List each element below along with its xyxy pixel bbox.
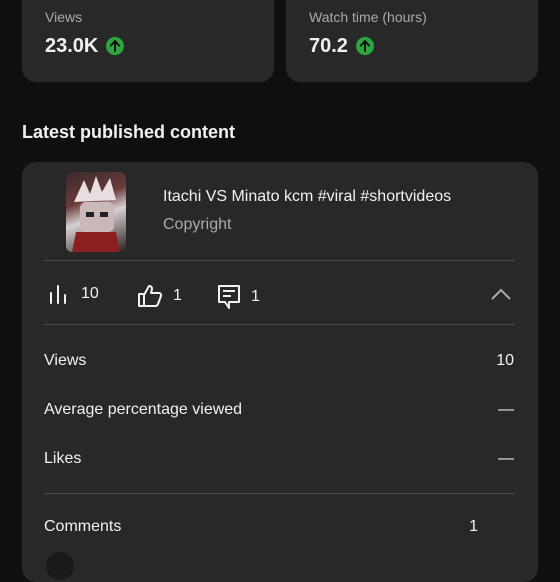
- bar-chart-icon: [50, 285, 66, 304]
- comment-icon: [218, 285, 240, 309]
- video-copyright-label: Copyright: [163, 216, 232, 233]
- arrow-up-icon: [355, 37, 374, 55]
- detail-label-views: Views: [44, 352, 87, 369]
- views-metric: 10: [49, 284, 99, 304]
- views-stat-card[interactable]: Views 23.0K: [22, 0, 274, 82]
- detail-label-comments: Comments: [44, 518, 122, 535]
- watch-time-stat-card[interactable]: Watch time (hours) 70.2: [286, 0, 538, 82]
- video-title[interactable]: Itachi VS Minato kcm #viral #shortvideos: [163, 188, 451, 206]
- thumbs-up-icon: [138, 285, 163, 307]
- avatar[interactable]: [46, 552, 74, 580]
- latest-content-card: Itachi VS Minato kcm #viral #shortvideos…: [22, 162, 538, 582]
- views-stat-label: Views: [45, 9, 83, 25]
- detail-value-likes: —: [498, 450, 514, 467]
- detail-label-avg-percentage: Average percentage viewed: [44, 401, 243, 418]
- detail-value-views: 10: [496, 352, 514, 369]
- detail-label-likes: Likes: [44, 450, 82, 467]
- video-thumbnail[interactable]: [66, 172, 126, 252]
- watch-time-stat-label: Watch time (hours): [309, 9, 427, 25]
- watch-time-stat-value: 70.2: [309, 35, 348, 57]
- chevron-up-icon[interactable]: [490, 287, 512, 301]
- detail-value-comments: 1: [469, 518, 478, 535]
- arrow-up-icon: [106, 37, 125, 55]
- comments-count: 1: [251, 288, 260, 305]
- section-title: Latest published content: [22, 122, 236, 142]
- divider: [44, 493, 515, 494]
- detail-value-avg-percentage: —: [498, 401, 514, 418]
- likes-metric: 1: [137, 284, 182, 308]
- divider: [44, 260, 515, 261]
- views-count: 10: [81, 285, 99, 302]
- likes-count: 1: [173, 287, 182, 304]
- divider: [44, 324, 515, 325]
- views-stat-value: 23.0K: [45, 35, 99, 57]
- comments-metric: 1: [217, 284, 260, 310]
